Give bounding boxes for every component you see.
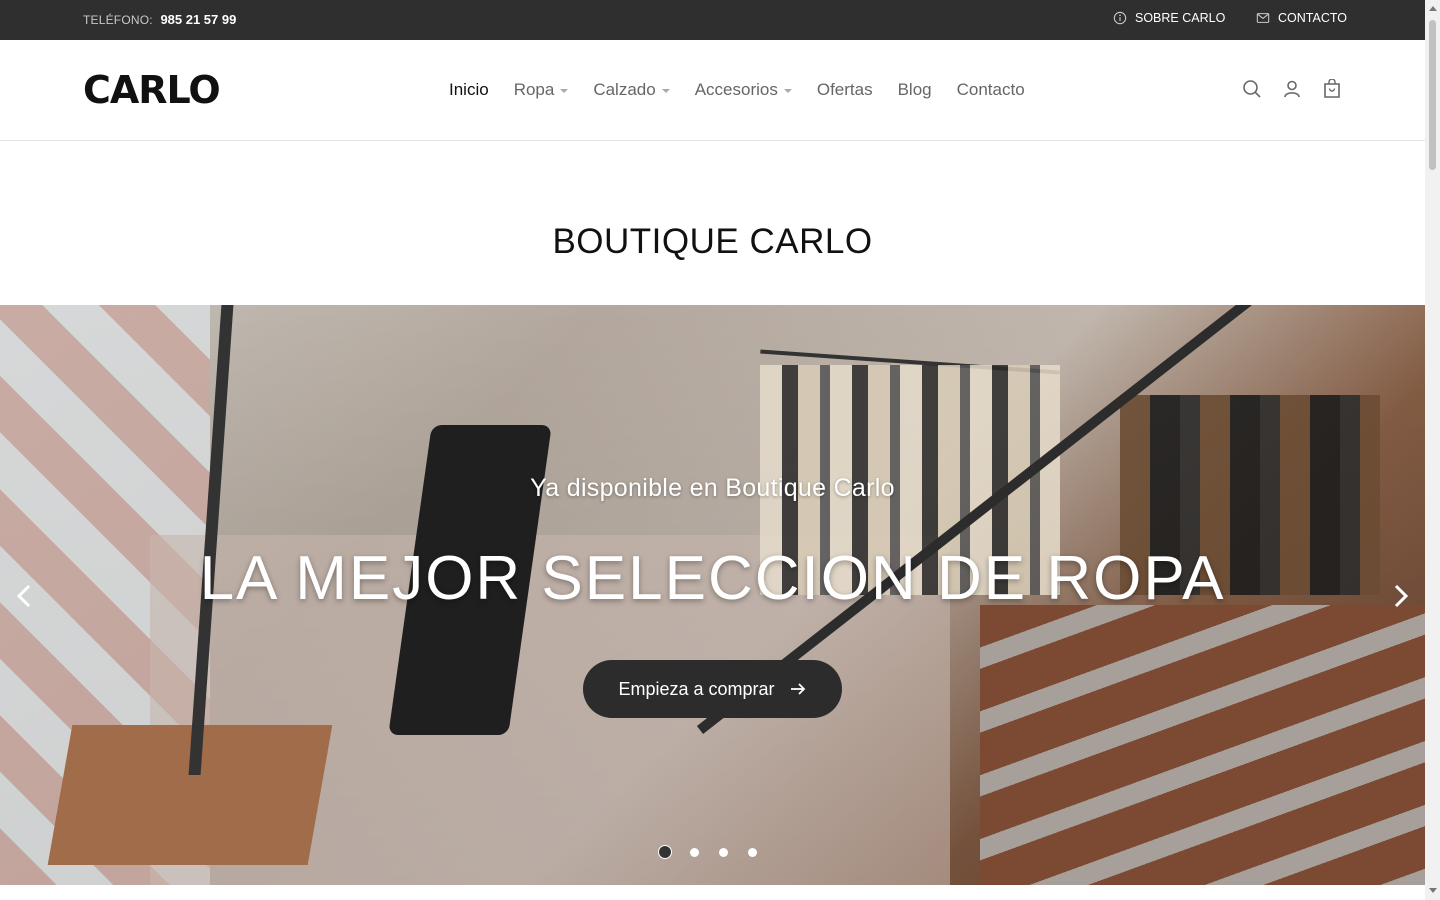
shop-now-label: Empieza a comprar (618, 678, 775, 699)
chevron-down-icon (783, 89, 792, 93)
nav-item-ofertas[interactable]: Ofertas (817, 80, 873, 100)
info-icon (1113, 11, 1127, 25)
chevron-down-icon (560, 89, 569, 93)
phone-label: TELÉFONO: (83, 13, 153, 27)
logo[interactable]: CARLO (83, 71, 221, 109)
cart-icon[interactable] (1322, 79, 1342, 99)
search-icon[interactable] (1242, 79, 1262, 99)
chevron-down-icon (661, 89, 670, 93)
mail-icon (1256, 13, 1270, 23)
user-icon[interactable] (1282, 79, 1302, 99)
nav-item-accesorios[interactable]: Accesorios (695, 80, 792, 100)
nav-label: Contacto (956, 80, 1025, 99)
hero-title: LA MEJOR SELECCION DE ROPA (199, 544, 1226, 613)
main-nav: Inicio Ropa Calzado Accesorios Ofertas B… (449, 80, 1025, 100)
contact-link-label: CONTACTO (1278, 11, 1347, 25)
top-bar: TELÉFONO: 985 21 57 99 SOBRE CARLO CONTA… (0, 0, 1425, 40)
phone-number[interactable]: 985 21 57 99 (160, 12, 236, 27)
page-title: BOUTIQUE CARLO (552, 222, 873, 261)
slide-dot-3[interactable] (719, 847, 728, 857)
stairs (980, 605, 1425, 885)
slide-dot-1[interactable] (658, 845, 672, 859)
site-header: CARLO Inicio Ropa Calzado Accesorios Ofe… (0, 40, 1425, 141)
arrow-right-icon (790, 683, 805, 695)
slide-dot-2[interactable] (690, 847, 699, 857)
phone-info: TELÉFONO: 985 21 57 99 (83, 12, 236, 27)
nav-item-ropa[interactable]: Ropa (514, 80, 569, 100)
nav-item-inicio[interactable]: Inicio (449, 80, 489, 100)
hero-subtitle: Ya disponible en Boutique Carlo (530, 474, 895, 502)
about-link[interactable]: SOBRE CARLO (1113, 11, 1225, 25)
nav-label: Calzado (593, 80, 656, 99)
about-link-label: SOBRE CARLO (1135, 11, 1226, 25)
contact-link[interactable]: CONTACTO (1256, 11, 1347, 25)
scroll-up-icon[interactable] (1429, 6, 1437, 11)
nav-label: Accesorios (694, 80, 778, 99)
nav-label: Inicio (449, 80, 489, 99)
shop-now-button[interactable]: Empieza a comprar (583, 660, 842, 718)
nav-label: Ropa (513, 80, 555, 99)
nav-item-calzado[interactable]: Calzado (593, 80, 670, 100)
nav-item-contacto[interactable]: Contacto (957, 80, 1025, 100)
scroll-down-icon[interactable] (1429, 888, 1437, 893)
nav-label: Blog (897, 80, 932, 99)
nav-label: Ofertas (816, 80, 873, 99)
slide-dot-4[interactable] (748, 847, 757, 857)
scrollbar-thumb[interactable] (1429, 20, 1436, 170)
slider-pagination (658, 845, 757, 859)
nav-item-blog[interactable]: Blog (898, 80, 932, 100)
page-scrollbar[interactable] (1425, 0, 1440, 900)
hero-slider: Ya disponible en Boutique Carlo LA MEJOR… (0, 305, 1425, 885)
